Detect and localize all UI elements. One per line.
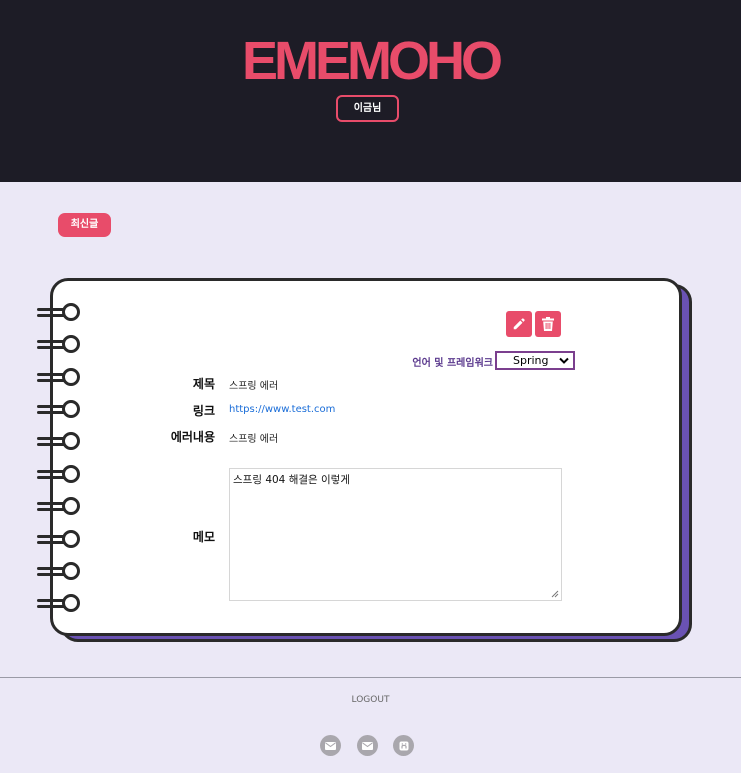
- memo-label: 메모: [192, 530, 215, 544]
- framework-select[interactable]: Spring: [495, 351, 575, 370]
- link-label: 링크: [192, 404, 215, 418]
- chevron-down-icon: [559, 357, 569, 364]
- logo[interactable]: EMEMOHO: [0, 30, 741, 92]
- spiral-ring: [37, 399, 81, 419]
- pencil-icon: [513, 318, 525, 330]
- github-link[interactable]: [393, 735, 414, 756]
- trash-icon: [542, 317, 554, 331]
- spiral-ring: [37, 529, 81, 549]
- spiral-ring: [37, 302, 81, 322]
- resize-handle-icon[interactable]: [551, 590, 559, 598]
- error-value: 스프링 에러: [229, 434, 279, 445]
- spiral-ring: [37, 496, 81, 516]
- mail-link-2[interactable]: [357, 735, 378, 756]
- spiral-ring: [37, 367, 81, 387]
- spiral-ring: [37, 431, 81, 451]
- logout-link[interactable]: LOGOUT: [0, 695, 741, 705]
- memo-text: 스프링 404 해결은 이렇게: [233, 474, 350, 486]
- framework-label: 언어 및 프레임워크: [412, 358, 493, 369]
- mail-link[interactable]: [320, 735, 341, 756]
- link-value[interactable]: https://www.test.com: [229, 404, 335, 415]
- delete-button[interactable]: [535, 311, 561, 337]
- footer-divider: [0, 677, 741, 678]
- error-label: 에러내용: [170, 430, 215, 444]
- framework-selected-value: Spring: [513, 354, 549, 367]
- memo-textarea[interactable]: 스프링 404 해결은 이렇게: [229, 468, 562, 601]
- user-button[interactable]: 이금님: [336, 95, 399, 122]
- mail-icon: [325, 741, 336, 750]
- spiral-ring: [37, 334, 81, 354]
- latest-posts-button[interactable]: 최신글: [58, 213, 111, 237]
- spiral-ring: [37, 593, 81, 613]
- mail-icon: [362, 741, 373, 750]
- header: EMEMOHO 이금님: [0, 0, 741, 182]
- title-value: 스프링 에러: [229, 381, 279, 392]
- edit-button[interactable]: [506, 311, 532, 337]
- spiral-ring: [37, 561, 81, 581]
- title-label: 제목: [192, 377, 215, 391]
- spiral-ring: [37, 464, 81, 484]
- github-icon: [399, 741, 408, 750]
